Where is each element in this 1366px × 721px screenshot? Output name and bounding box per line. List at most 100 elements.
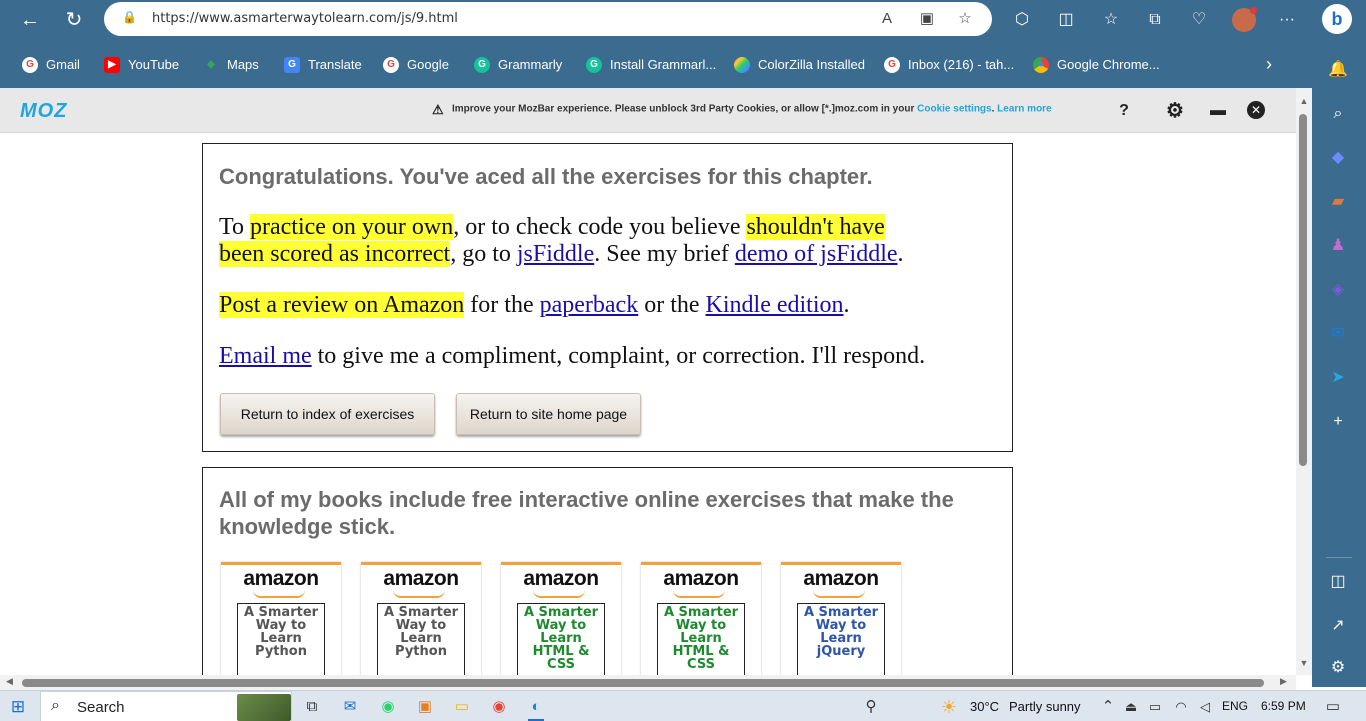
email-me-link[interactable]: Email me: [219, 343, 312, 369]
read-aloud-icon[interactable]: A: [876, 8, 898, 30]
weather-icon[interactable]: ☀: [938, 696, 960, 718]
learn-more-link[interactable]: Learn more: [997, 104, 1051, 115]
bookmark-google[interactable]: G Google: [383, 56, 449, 74]
send-icon[interactable]: ➤: [1326, 366, 1350, 390]
moz-logo[interactable]: MOZ: [20, 100, 67, 123]
weather-desc[interactable]: Partly sunny: [1009, 699, 1081, 714]
performance-icon[interactable]: ♡: [1186, 7, 1212, 33]
vertical-scrollbar[interactable]: ▲ ▼: [1296, 88, 1312, 675]
sidebar-divider: [1326, 557, 1352, 558]
collections-icon[interactable]: ⧉: [1142, 7, 1168, 33]
people-icon[interactable]: ⚲: [860, 696, 882, 718]
wifi-icon[interactable]: ◠: [1170, 696, 1192, 718]
book-card[interactable]: amazon A Smarter Way to Learn HTML & CSS: [501, 562, 621, 687]
task-view-icon[interactable]: ⧉: [301, 696, 323, 718]
book-title: A Smarter Way to Learn Python: [383, 605, 459, 659]
return-index-button[interactable]: Return to index of exercises: [220, 393, 435, 435]
bing-icon[interactable]: b: [1322, 4, 1352, 34]
bookmark-gmail[interactable]: G Gmail: [22, 56, 80, 74]
favorites-icon[interactable]: ☆: [1098, 7, 1124, 33]
mail-icon[interactable]: ✉: [339, 696, 361, 718]
help-icon[interactable]: ?: [1113, 100, 1135, 122]
shopping-tag-icon[interactable]: ◆: [1326, 146, 1350, 170]
weather-temp[interactable]: 30°C: [970, 699, 999, 714]
external-link-icon[interactable]: ↗: [1326, 614, 1350, 638]
scroll-right-icon[interactable]: ▶: [1280, 676, 1287, 687]
book-card[interactable]: amazon A Smarter Way to Learn jQuery: [781, 562, 901, 687]
favorite-star-icon[interactable]: ☆: [954, 8, 976, 30]
close-icon[interactable]: ✕: [1247, 101, 1265, 119]
minimize-bar-icon[interactable]: ▬: [1207, 100, 1229, 122]
bookmark-inbox[interactable]: G Inbox (216) - tah...: [884, 56, 1014, 74]
jsfiddle-link[interactable]: jsFiddle: [517, 241, 594, 267]
add-icon[interactable]: +: [1326, 410, 1350, 434]
amazon-logo: amazon: [243, 567, 319, 590]
book-card[interactable]: amazon A Smarter Way to Learn Python: [361, 562, 481, 687]
notification-bell-icon[interactable]: 🔔: [1326, 58, 1350, 82]
search-icon: ⌕: [51, 697, 60, 714]
split-screen-icon[interactable]: ◫: [1053, 7, 1079, 33]
gear-icon[interactable]: ⚙: [1326, 656, 1350, 680]
app-icon[interactable]: ▣: [414, 696, 436, 718]
demo-jsfiddle-link[interactable]: demo of jsFiddle: [735, 241, 898, 267]
bookmarks-bar: G Gmail ▶ YouTube ◆ Maps G Translate G Google…: [0, 42, 1312, 88]
search-highlight-image: [237, 694, 291, 721]
chevron-right-icon[interactable]: ›: [1266, 54, 1272, 75]
return-home-button[interactable]: Return to site home page: [456, 393, 641, 435]
more-menu-icon[interactable]: ···: [1274, 7, 1300, 33]
volume-icon[interactable]: ◁: [1194, 696, 1216, 718]
url-text[interactable]: https://www.asmarterwaytolearn.com/js/9.…: [152, 11, 458, 26]
lock-icon[interactable]: 🔒: [122, 10, 137, 26]
clock[interactable]: 6:59 PM: [1261, 699, 1306, 713]
taskbar-search-label: Search: [77, 699, 125, 716]
email-paragraph: Email me to give me a compliment, compla…: [219, 343, 926, 369]
colorzilla-icon: ●: [734, 56, 750, 73]
kindle-edition-link[interactable]: Kindle edition: [706, 292, 844, 318]
book-card[interactable]: amazon A Smarter Way to Learn Python: [221, 562, 341, 687]
bookmark-google-chrome[interactable]: ● Google Chrome...: [1033, 56, 1160, 74]
chrome-icon[interactable]: ◉: [488, 696, 510, 718]
book-title: A Smarter Way to Learn HTML & CSS: [523, 605, 599, 672]
search-icon[interactable]: ⌕: [1326, 102, 1350, 126]
scroll-down-icon[interactable]: ▼: [1298, 658, 1310, 668]
battery-icon[interactable]: ▭: [1144, 696, 1166, 718]
office-icon[interactable]: ◈: [1326, 278, 1350, 302]
bookmark-colorzilla[interactable]: ●ColorZilla Installed: [734, 56, 865, 74]
immersive-reader-icon[interactable]: ▣: [916, 8, 938, 30]
split-window-icon[interactable]: ◫: [1326, 570, 1350, 594]
scroll-left-icon[interactable]: ◀: [6, 676, 13, 687]
amazon-logo: amazon: [383, 567, 459, 590]
back-icon[interactable]: ←: [15, 6, 45, 34]
book-card[interactable]: amazon A Smarter Way to Learn HTML & CSS: [641, 562, 761, 687]
scroll-up-icon[interactable]: ▲: [1298, 96, 1310, 106]
extensions-icon[interactable]: ⬡: [1009, 7, 1035, 33]
file-explorer-icon[interactable]: ▭: [451, 696, 473, 718]
bookmark-maps[interactable]: ◆ Maps: [203, 56, 259, 74]
edge-icon[interactable]: ◐: [525, 696, 547, 718]
scroll-thumb[interactable]: [1299, 114, 1307, 466]
chevron-up-icon[interactable]: ⌃: [1097, 696, 1119, 718]
usb-icon[interactable]: ⏏: [1120, 696, 1142, 718]
whatsapp-icon[interactable]: ◉: [377, 696, 399, 718]
outlook-icon[interactable]: ✉: [1326, 322, 1350, 346]
settings-gear-icon[interactable]: ⚙: [1164, 100, 1186, 122]
cookie-settings-link[interactable]: Cookie settings: [917, 104, 991, 115]
horizontal-scrollbar[interactable]: ◀ ▶: [0, 675, 1296, 690]
warning-icon: ⚠: [432, 102, 444, 117]
amazon-logo: amazon: [523, 567, 599, 590]
bookmark-grammarly[interactable]: G Grammarly: [474, 56, 562, 74]
bookmark-install-grammarly[interactable]: G Install Grammarl...: [586, 56, 716, 74]
language-indicator[interactable]: ENG: [1222, 699, 1248, 713]
taskbar-search[interactable]: ⌕ Search: [40, 691, 292, 721]
address-bar[interactable]: 🔒 https://www.asmarterwaytolearn.com/js/…: [104, 2, 992, 36]
games-icon[interactable]: ♟: [1326, 234, 1350, 258]
refresh-icon[interactable]: ↻: [59, 6, 89, 34]
tools-icon[interactable]: ▰: [1326, 190, 1350, 214]
scroll-thumb[interactable]: [22, 679, 1264, 687]
mozbar: MOZ ⚠ Improve your MozBar experience. Ple…: [0, 88, 1296, 133]
paperback-link[interactable]: paperback: [540, 292, 639, 318]
bookmark-youtube[interactable]: ▶ YouTube: [104, 56, 179, 74]
notification-center-icon[interactable]: ▭: [1322, 696, 1344, 718]
bookmark-translate[interactable]: G Translate: [284, 56, 362, 74]
windows-start-icon[interactable]: ⊞: [7, 696, 29, 718]
